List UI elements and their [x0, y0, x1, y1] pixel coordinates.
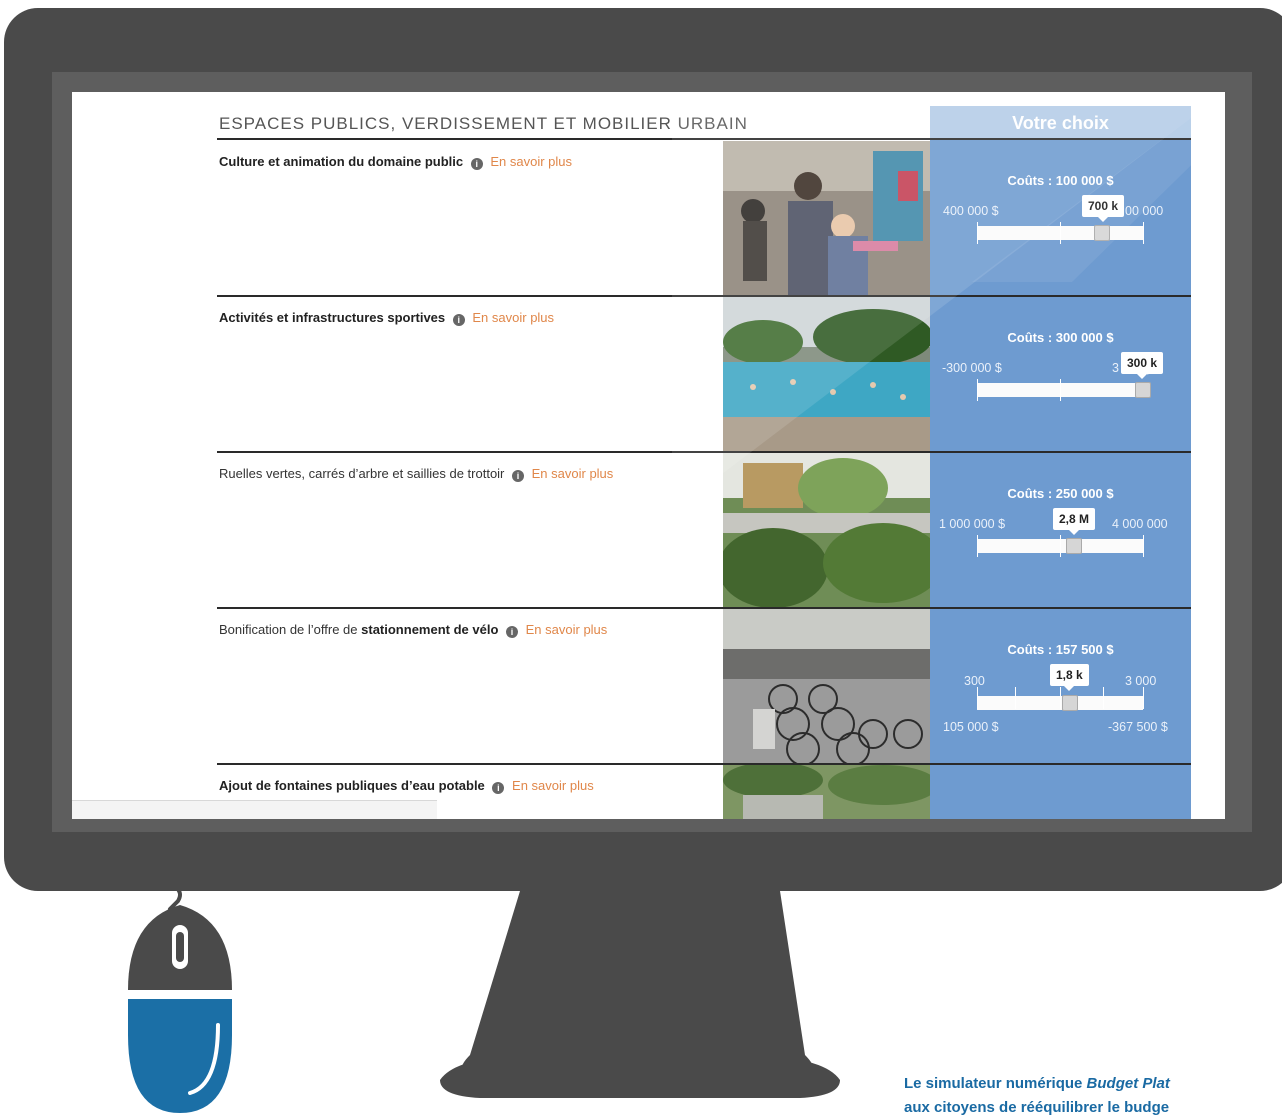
row-divider: [217, 451, 1191, 453]
slider-tick: [1015, 687, 1016, 709]
slider-tick: [1060, 535, 1061, 557]
section-title: ESPACES PUBLICS, VERDISSEMENT ET MOBILIE…: [219, 114, 748, 133]
slider-handle[interactable]: [1066, 538, 1082, 554]
info-icon[interactable]: i: [512, 470, 525, 482]
slider-tick: [1143, 687, 1144, 709]
slider-tick: [977, 687, 978, 709]
row-title: Activités et infrastructures sportives i…: [219, 310, 554, 326]
slider-min-label: 400 000 $: [943, 204, 999, 218]
row-divider: [217, 295, 1191, 297]
slider-max-label: 4 000 000: [1112, 517, 1168, 531]
info-icon[interactable]: i: [470, 158, 483, 170]
slider-handle[interactable]: [1135, 382, 1151, 398]
costs-label: Coûts : 157 500 $: [1007, 642, 1114, 657]
slider-tick: [1060, 379, 1061, 401]
photo-culture: [723, 141, 930, 295]
info-icon[interactable]: i: [452, 314, 465, 326]
slider-min-label: 300: [964, 674, 985, 688]
slider-value: 1,8 k: [1050, 664, 1089, 691]
row-divider: [217, 763, 1191, 765]
slider-max-label: 3 000: [1125, 674, 1157, 688]
row-title: Culture et animation du domaine public i…: [219, 154, 572, 170]
more-link[interactable]: En savoir plus: [490, 154, 572, 169]
slider-value: 2,8 M: [1053, 508, 1096, 535]
footer-strip: [72, 800, 437, 819]
slider-min-label: 1 000 000 $: [939, 517, 1006, 531]
slider-tick: [1060, 687, 1061, 709]
row-divider: [217, 607, 1191, 609]
row-title: Ruelles vertes, carrés d’arbre et sailli…: [219, 466, 613, 482]
slider-handle[interactable]: [1062, 695, 1078, 711]
caption-line-2: aux citoyens de rééquilibrer le budge: [904, 1099, 1170, 1116]
costs-label: Coûts : 100 000 $: [1007, 173, 1114, 188]
budget-row-green-alleys: Ruelles vertes, carrés d’arbre et sailli…: [217, 451, 1191, 607]
slider-value: 300 k: [1121, 352, 1164, 379]
budget-row-bike-parking: Bonification de l’offre de stationnement…: [217, 607, 1191, 763]
row-title-text: Activités et infrastructures sportives: [219, 310, 446, 325]
more-link[interactable]: En savoir plus: [526, 622, 608, 637]
caption-line-1: Le simulateur numérique Budget Plat: [904, 1075, 1170, 1092]
row-title-text: Ruelles vertes, carrés d’arbre et sailli…: [219, 466, 505, 481]
more-link[interactable]: En savoir plus: [532, 466, 614, 481]
row-title-text: stationnement de vélo: [361, 622, 499, 637]
row-title-text: Culture et animation du domaine public: [219, 154, 464, 169]
slider-tick: [1060, 222, 1061, 244]
slider-min-label: -300 000 $: [942, 361, 1002, 375]
row-title: Bonification de l’offre de stationnement…: [219, 622, 607, 638]
cost-max-label: -367 500 $: [1108, 720, 1168, 734]
slider-tick: [977, 222, 978, 244]
simulator-screen: Votre choix ESPACES PUBLICS, VERDISSEMEN…: [72, 92, 1225, 819]
slider-value: 700 k: [1082, 195, 1125, 222]
slider-tick: [1143, 222, 1144, 244]
row-title: Ajout de fontaines publiques d’eau potab…: [219, 778, 594, 794]
costs-label: Coûts : 300 000 $: [1007, 330, 1114, 345]
cost-min-label: 105 000 $: [943, 720, 999, 734]
slider-tick: [1143, 535, 1144, 557]
choice-header: Votre choix: [930, 106, 1191, 140]
row-title-text: Ajout de fontaines publiques d’eau potab…: [219, 778, 485, 793]
photo-pool: [723, 297, 930, 451]
slider-max-label: 00 000: [1125, 204, 1164, 218]
slider-tick: [1103, 687, 1104, 709]
photo-fountain: [723, 765, 930, 819]
more-link[interactable]: En savoir plus: [472, 310, 554, 325]
slider-tick: [977, 379, 978, 401]
photo-bike-parking: [723, 609, 930, 763]
budget-row-culture: Culture et animation du domaine public i…: [217, 139, 1191, 295]
info-icon[interactable]: i: [492, 782, 505, 794]
mouse-icon: [128, 865, 232, 1113]
slider-handle[interactable]: [1094, 225, 1110, 241]
more-link[interactable]: En savoir plus: [512, 778, 594, 793]
costs-label: Coûts : 250 000 $: [1007, 486, 1114, 501]
caption: Le simulateur numérique Budget Plat aux …: [904, 1072, 1282, 1120]
photo-green-alley: [723, 453, 930, 607]
budget-row-sports: Activités et infrastructures sportives i…: [217, 295, 1191, 451]
slider-tick: [977, 535, 978, 557]
row-title-prefix: Bonification de l’offre de: [219, 622, 362, 637]
info-icon[interactable]: i: [506, 626, 519, 638]
